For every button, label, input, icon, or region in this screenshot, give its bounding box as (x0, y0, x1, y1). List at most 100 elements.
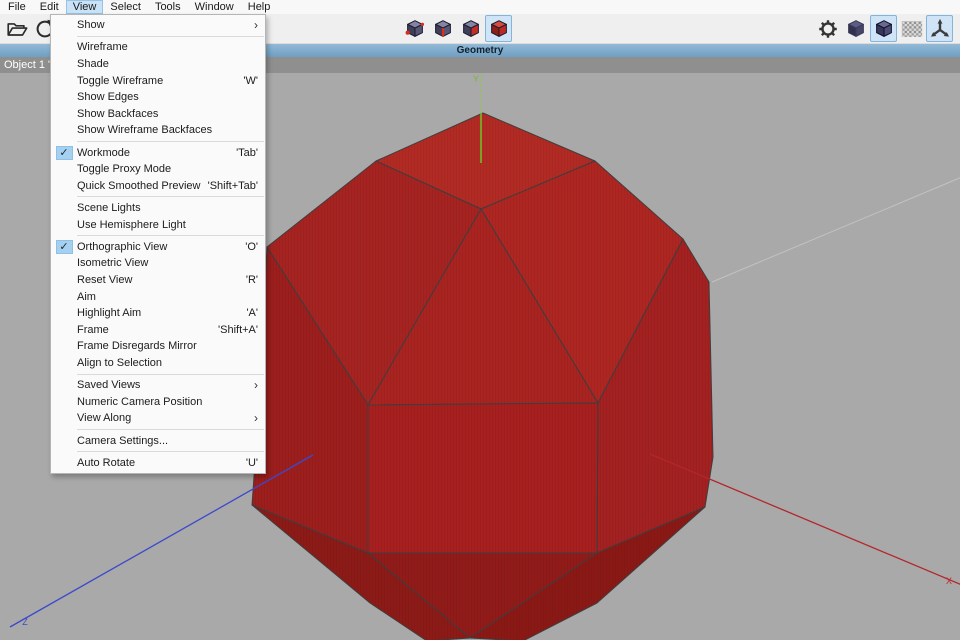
submenu-arrow-icon: › (254, 20, 258, 30)
menu-separator (77, 451, 264, 452)
menu-item-show-wireframe-backfaces[interactable]: Show Wireframe Backfaces (51, 122, 265, 139)
menu-item-label: Show Wireframe Backfaces (77, 124, 258, 136)
menu-item-saved-views[interactable]: Saved Views› (51, 377, 265, 394)
menu-item-shortcut: 'U' (246, 457, 258, 469)
flat-cube-icon (872, 17, 896, 41)
open-button[interactable] (3, 15, 30, 42)
object-silhouette-texture (252, 113, 713, 640)
menubar-item-select[interactable]: Select (103, 0, 148, 14)
menu-item-label: Frame Disregards Mirror (77, 340, 258, 352)
menu-item-reset-view[interactable]: Reset View'R' (51, 272, 265, 289)
menu-item-shortcut: 'Shift+A' (218, 324, 258, 336)
menu-item-label: Auto Rotate (77, 457, 246, 469)
menu-item-toggle-wireframe[interactable]: Toggle Wireframe'W' (51, 72, 265, 89)
menu-item-label: Quick Smoothed Preview (77, 180, 208, 192)
menubar-item-help[interactable]: Help (241, 0, 278, 14)
menubar-item-window[interactable]: Window (188, 0, 241, 14)
menu-item-wireframe[interactable]: Wireframe (51, 39, 265, 56)
x-axis-label: X (946, 576, 952, 586)
menu-item-label: Scene Lights (77, 202, 258, 214)
menu-item-shortcut: 'W' (243, 75, 258, 87)
flat-shading-button[interactable] (870, 15, 897, 42)
menu-separator (77, 196, 264, 197)
preferences-button[interactable] (814, 15, 841, 42)
menu-separator (77, 235, 264, 236)
menu-item-show-edges[interactable]: Show Edges (51, 89, 265, 106)
menu-item-workmode[interactable]: ✓ Workmode'Tab' (51, 144, 265, 161)
vertex-mode-icon (403, 17, 427, 41)
submenu-arrow-icon: › (254, 413, 258, 423)
menu-item-shortcut: 'A' (246, 307, 258, 319)
menu-item-label: Show (77, 19, 254, 31)
menu-item-use-hemisphere-light[interactable]: Use Hemisphere Light (51, 216, 265, 233)
menu-item-frame-disregards-mirror[interactable]: Frame Disregards Mirror (51, 338, 265, 355)
show-axes-button[interactable] (926, 15, 953, 42)
geometry-window-title: Geometry (457, 45, 504, 56)
menu-item-show-backfaces[interactable]: Show Backfaces (51, 106, 265, 123)
menu-item-numeric-camera-position[interactable]: Numeric Camera Position (51, 393, 265, 410)
menubar-item-file[interactable]: File (1, 0, 33, 14)
z-axis-line (10, 455, 313, 627)
edge-mode-button[interactable] (429, 15, 456, 42)
y-axis-label: Y (473, 74, 479, 84)
smooth-shading-button[interactable] (842, 15, 869, 42)
menu-item-shortcut: 'O' (245, 241, 258, 253)
menu-item-label: Shade (77, 58, 258, 70)
face-mode-button[interactable] (457, 15, 484, 42)
menu-item-label: Reset View (77, 274, 246, 286)
checkmark-box: ✓ (56, 146, 73, 160)
menu-item-label: Highlight Aim (77, 307, 246, 319)
toolbar-selection-mode-group (401, 15, 512, 42)
menu-item-label: Wireframe (77, 41, 258, 53)
menubar: FileEditViewSelectToolsWindowHelp (0, 0, 960, 14)
menu-item-label: Show Backfaces (77, 108, 258, 120)
menu-item-quick-smoothed-preview[interactable]: Quick Smoothed Preview'Shift+Tab' (51, 178, 265, 195)
view-menu: Show›WireframeShadeToggle Wireframe'W'Sh… (50, 14, 266, 474)
menubar-item-edit[interactable]: Edit (33, 0, 66, 14)
menu-item-shade[interactable]: Shade (51, 56, 265, 73)
menu-item-toggle-proxy-mode[interactable]: Toggle Proxy Mode (51, 161, 265, 178)
menu-item-label: Frame (77, 324, 218, 336)
menu-item-scene-lights[interactable]: Scene Lights (51, 200, 265, 217)
x-axis-line (650, 454, 960, 585)
menu-item-camera-settings[interactable]: Camera Settings... (51, 432, 265, 449)
menu-item-label: Toggle Proxy Mode (77, 163, 258, 175)
edge-mode-icon (431, 17, 455, 41)
body-mode-button[interactable] (485, 15, 512, 42)
menu-item-highlight-aim[interactable]: Highlight Aim'A' (51, 305, 265, 322)
menu-item-align-to-selection[interactable]: Align to Selection (51, 355, 265, 372)
body-mode-icon (487, 17, 511, 41)
menu-item-label: Align to Selection (77, 357, 258, 369)
face-mode-icon (459, 17, 483, 41)
smooth-cube-icon (844, 17, 868, 41)
vertex-mode-button[interactable] (401, 15, 428, 42)
folder-open-icon (5, 17, 29, 41)
menu-item-isometric-view[interactable]: Isometric View (51, 255, 265, 272)
menu-item-label: Numeric Camera Position (77, 396, 258, 408)
menu-item-aim[interactable]: Aim (51, 288, 265, 305)
z-axis-label: Z (22, 617, 28, 627)
menu-item-show[interactable]: Show› (51, 17, 265, 34)
menubar-item-view[interactable]: View (66, 0, 104, 14)
menu-separator (77, 36, 264, 37)
proxy-mode-button[interactable] (898, 15, 925, 42)
menubar-item-tools[interactable]: Tools (148, 0, 188, 14)
menu-item-frame[interactable]: Frame'Shift+A' (51, 321, 265, 338)
menu-item-auto-rotate[interactable]: Auto Rotate'U' (51, 454, 265, 471)
toolbar-right-group (814, 15, 953, 42)
menu-item-shortcut: 'Tab' (236, 147, 258, 159)
menu-item-label: Toggle Wireframe (77, 75, 243, 87)
menu-item-label: Show Edges (77, 91, 258, 103)
menu-separator (77, 374, 264, 375)
checkmark-icon: ✓ (51, 240, 77, 254)
menu-item-label: Workmode (77, 147, 236, 159)
menu-item-shortcut: 'R' (246, 274, 258, 286)
negative-axis-line (712, 177, 960, 282)
menu-item-label: View Along (77, 412, 254, 424)
checkmark-icon: ✓ (51, 146, 77, 160)
axes-icon (928, 17, 952, 41)
menu-item-view-along[interactable]: View Along› (51, 410, 265, 427)
menu-item-orthographic-view[interactable]: ✓Orthographic View'O' (51, 239, 265, 256)
menu-item-shortcut: 'Shift+Tab' (208, 180, 258, 192)
menu-item-label: Use Hemisphere Light (77, 219, 258, 231)
